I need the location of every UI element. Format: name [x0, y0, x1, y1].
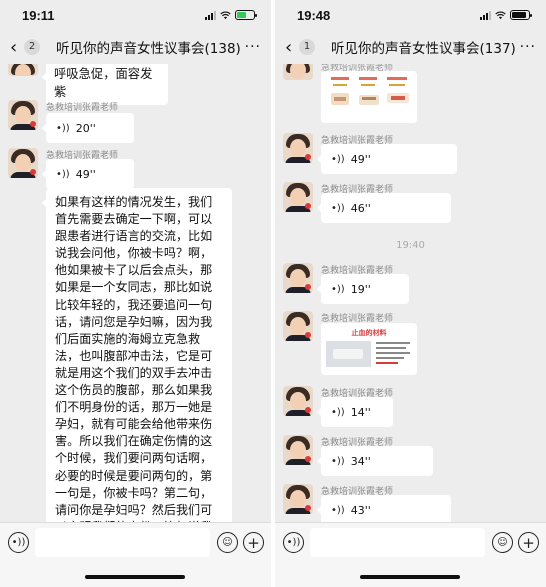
avatar[interactable] — [283, 133, 313, 163]
battery-icon — [235, 10, 257, 20]
status-bar: 19:48 — [275, 0, 546, 30]
voice-wave-icon: •)) — [331, 455, 345, 467]
home-indicator — [360, 575, 460, 579]
avatar[interactable] — [283, 386, 313, 416]
voice-wave-icon: •)) — [56, 122, 70, 134]
emoji-icon[interactable]: ☺ — [217, 532, 238, 553]
voice-message[interactable]: •)) 49'' — [317, 144, 457, 174]
time-separator: 19:40 — [396, 240, 425, 251]
more-icon[interactable]: ··· — [245, 39, 261, 55]
avatar[interactable] — [283, 435, 313, 465]
voice-duration: 34'' — [350, 454, 371, 468]
chat-header: ‹ 1 听见你的声音女性议事会(137) ··· — [275, 30, 546, 64]
status-time: 19:48 — [297, 7, 331, 23]
message-input[interactable] — [35, 528, 210, 557]
voice-duration: 43'' — [350, 503, 371, 517]
status-icons — [480, 10, 532, 20]
voice-message[interactable]: •)) 43'' — [317, 495, 451, 522]
voice-duration: 49'' — [350, 152, 371, 166]
avatar[interactable] — [8, 148, 38, 178]
unread-count-badge[interactable]: 2 — [24, 39, 40, 55]
wifi-icon — [220, 11, 231, 19]
voice-wave-icon: •)) — [56, 168, 70, 180]
image-message[interactable] — [321, 71, 417, 123]
voice-wave-icon: •)) — [331, 406, 345, 418]
wifi-icon — [495, 11, 506, 19]
voice-wave-icon: •)) — [331, 283, 345, 295]
message-text: 呼吸急促，面容发紫 — [54, 67, 153, 99]
input-bar: •)) ☺ + — [0, 522, 271, 587]
chat-title: 听见你的声音女性议事会(138) — [56, 41, 241, 57]
message-input[interactable] — [310, 528, 485, 557]
voice-toggle-icon[interactable]: •)) — [283, 532, 304, 553]
voice-message[interactable]: •)) 20'' — [42, 113, 134, 143]
emoji-icon[interactable]: ☺ — [492, 532, 513, 553]
right-phone-screen: 19:48 ‹ 1 听见你的声音女性议事会(137) ··· 急救培训张霞老师 — [275, 0, 546, 587]
avatar[interactable] — [283, 263, 313, 293]
hemostasis-material-illustration — [326, 341, 410, 367]
avatar[interactable] — [8, 100, 38, 130]
chat-title: 听见你的声音女性议事会(137) — [331, 41, 516, 57]
voice-wave-icon: •)) — [331, 153, 345, 165]
unread-count-badge[interactable]: 1 — [299, 39, 315, 55]
status-bar: 19:11 — [0, 0, 271, 30]
home-indicator — [85, 575, 185, 579]
left-phone-screen: 19:11 ‹ 2 听见你的声音女性议事会(138) ··· 呼吸急促，面容发紫 — [0, 0, 271, 587]
avatar[interactable] — [283, 182, 313, 212]
voice-duration: 20'' — [75, 121, 96, 135]
voice-message[interactable]: •)) 19'' — [317, 274, 409, 304]
avatar[interactable] — [283, 64, 313, 80]
signal-icon — [480, 10, 491, 20]
more-icon[interactable]: ··· — [520, 39, 536, 55]
plus-icon[interactable]: + — [243, 532, 264, 553]
text-bubble[interactable]: 呼吸急促，面容发紫 — [42, 64, 168, 105]
voice-duration: 19'' — [350, 282, 371, 296]
back-icon[interactable]: ‹ — [10, 37, 22, 58]
battery-icon — [510, 10, 532, 20]
avatar[interactable] — [283, 484, 313, 514]
voice-message[interactable]: •)) 46'' — [317, 193, 451, 223]
status-icons — [205, 10, 257, 20]
avatar[interactable] — [8, 64, 38, 76]
plus-icon[interactable]: + — [518, 532, 539, 553]
voice-duration: 49'' — [75, 167, 96, 181]
avatar[interactable] — [283, 311, 313, 341]
signal-icon — [205, 10, 216, 20]
voice-duration: 46'' — [350, 201, 371, 215]
voice-toggle-icon[interactable]: •)) — [8, 532, 29, 553]
transcript-text-bubble[interactable]: 如果有这样的情况发生，我们首先需要去确定一下啊，可以跟患者进行语言的交流，比如说… — [42, 188, 232, 522]
message-list[interactable]: 呼吸急促，面容发紫 急救培训张霞老师 •)) 20'' 急救培训张霞老师 •))… — [0, 64, 271, 522]
chat-header: ‹ 2 听见你的声音女性议事会(138) ··· — [0, 30, 271, 64]
message-list[interactable]: 急救培训张霞老师 急救培训张霞老师 •)) 49'' 急救培训张霞老师 •)) … — [275, 64, 546, 522]
back-icon[interactable]: ‹ — [285, 37, 297, 58]
sender-name: 急救培训张霞老师 — [46, 103, 119, 113]
status-time: 19:11 — [22, 7, 55, 23]
message-text: 如果有这样的情况发生，我们首先需要去确定一下啊，可以跟患者进行语言的交流，比如说… — [55, 195, 213, 522]
voice-wave-icon: •)) — [331, 504, 345, 516]
voice-message[interactable]: •)) 34'' — [317, 446, 433, 476]
first-aid-illustration — [321, 71, 417, 123]
input-bar: •)) ☺ + — [275, 522, 546, 587]
voice-duration: 14'' — [350, 405, 371, 419]
image-message[interactable]: 止血的材料 — [321, 323, 417, 375]
voice-message[interactable]: •)) 49'' — [42, 159, 134, 189]
voice-message[interactable]: •)) 14'' — [317, 397, 393, 427]
voice-wave-icon: •)) — [331, 202, 345, 214]
